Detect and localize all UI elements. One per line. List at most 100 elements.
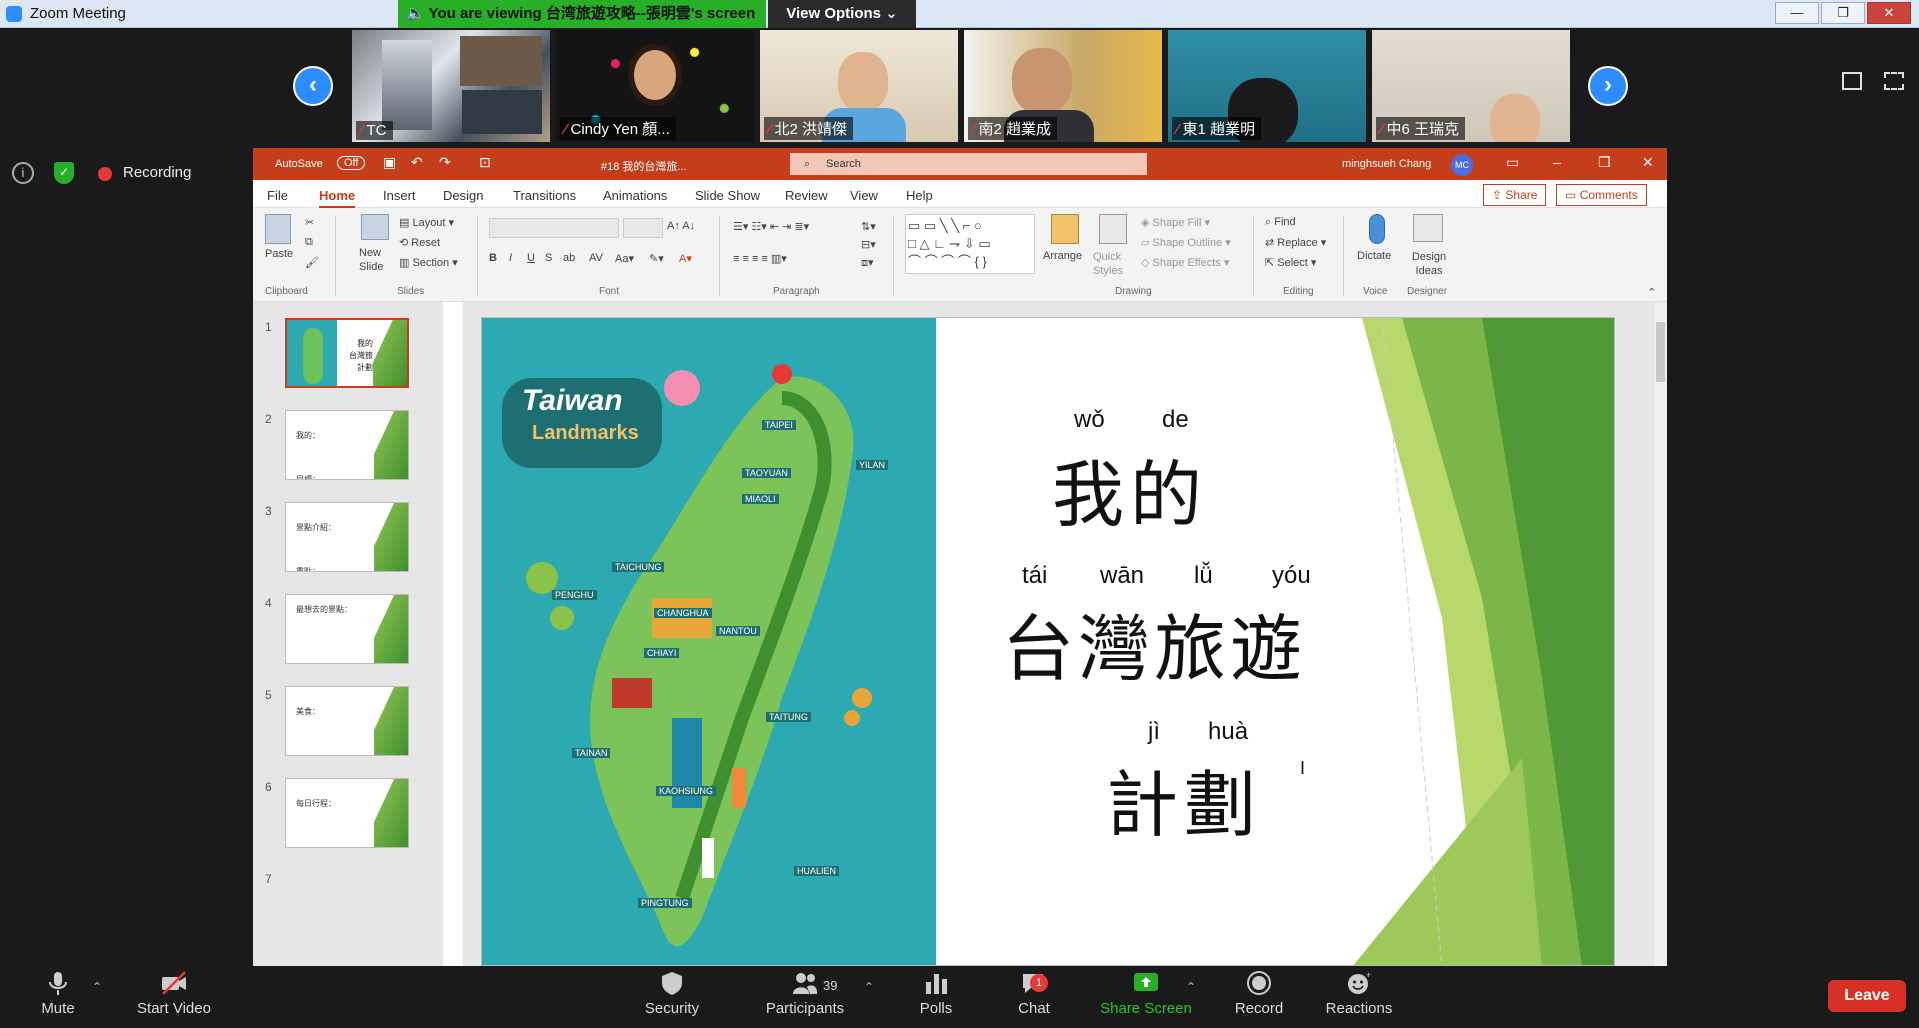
info-icon[interactable]: i — [12, 162, 34, 184]
shape-effects-button[interactable]: ◇ Shape Effects ▾ — [1141, 256, 1229, 269]
tab-review[interactable]: Review — [785, 188, 828, 203]
quick-styles-button[interactable]: Quick Styles — [1093, 250, 1133, 278]
present-icon[interactable]: ⊡ — [479, 154, 491, 171]
mute-options-caret[interactable]: ⌃ — [92, 980, 102, 994]
char-spacing-icon[interactable]: AV — [589, 252, 603, 264]
participant-tile[interactable]: ⁄ 中6 王瑞克 — [1372, 30, 1570, 142]
avatar[interactable]: MC — [1451, 154, 1473, 176]
arrange-button[interactable]: Arrange — [1043, 250, 1082, 262]
font-color-icon[interactable]: A▾ — [679, 252, 692, 265]
participant-tile[interactable]: ⁄ 南2 趙業成 — [964, 30, 1162, 142]
fullscreen-icon[interactable] — [1884, 72, 1904, 90]
save-icon[interactable]: ▣ — [383, 154, 396, 171]
find-button[interactable]: ⌕ Find — [1265, 216, 1296, 229]
participants-options-caret[interactable]: ⌃ — [864, 980, 874, 994]
bold-icon[interactable]: B — [489, 252, 497, 264]
slide-thumbnail[interactable]: 6 每日行程： — [253, 776, 443, 866]
slide-scrollbar[interactable] — [1653, 302, 1667, 966]
slide-thumbnail[interactable]: 2 我的： 目標： — [253, 408, 443, 498]
slide-thumbnail[interactable]: 4 最想去的景點： — [253, 592, 443, 682]
bullets-icon[interactable]: ☰▾ ☷▾ ⇤ ⇥ ≣▾ — [733, 220, 809, 233]
cut-icon[interactable]: ✂ — [305, 216, 314, 229]
close-button[interactable]: ✕ — [1867, 2, 1911, 24]
design-ideas-icon[interactable] — [1413, 214, 1443, 242]
align-icons[interactable]: ≡ ≡ ≡ ≡ ▥▾ — [733, 252, 787, 265]
tab-home[interactable]: Home — [319, 188, 356, 208]
share-options-caret[interactable]: ⌃ — [1186, 980, 1196, 994]
paste-icon[interactable] — [265, 214, 291, 244]
strikethrough-icon[interactable]: ab — [563, 252, 575, 264]
restore-button[interactable]: ❐ — [1598, 154, 1611, 171]
participant-tile[interactable]: ⁄ 北2 洪靖傑 — [760, 30, 958, 142]
tab-file[interactable]: File — [267, 188, 288, 203]
section-button[interactable]: ▥ Section ▾ — [399, 256, 458, 269]
thumbnail-scrollbar[interactable] — [463, 302, 477, 966]
close-button[interactable]: ✕ — [1642, 154, 1654, 171]
leave-button[interactable]: Leave — [1828, 980, 1906, 1012]
slide-line-1[interactable]: 我的 — [1052, 436, 1208, 541]
reset-button[interactable]: ⟲ Reset — [399, 236, 440, 249]
record-button[interactable]: Record — [1232, 970, 1286, 1017]
search-input[interactable]: ⌕ Search — [790, 153, 1147, 175]
current-slide[interactable]: Taiwan Landmarks TAIPEI TAOYUAN YILAN MI… — [481, 317, 1615, 966]
slide-thumbnail[interactable]: 5 美食： — [253, 684, 443, 774]
tab-slide-show[interactable]: Slide Show — [695, 188, 760, 203]
minimize-button[interactable]: – — [1553, 154, 1561, 170]
underline-icon[interactable]: U — [527, 252, 535, 264]
slide-line-2[interactable]: 台灣旅遊 — [1002, 590, 1306, 695]
font-name-select[interactable] — [489, 218, 619, 238]
arrange-icon[interactable] — [1051, 214, 1079, 244]
polls-button[interactable]: Polls — [914, 970, 958, 1017]
new-slide-button[interactable]: New Slide — [359, 246, 399, 274]
new-slide-icon[interactable] — [361, 214, 389, 240]
view-options-button[interactable]: View Options ⌄ — [768, 0, 916, 28]
share-button[interactable]: ⇪ Share — [1483, 184, 1547, 206]
tab-transitions[interactable]: Transitions — [513, 188, 576, 203]
chat-button[interactable]: Chat 1 — [1012, 970, 1056, 1017]
align-text-icon[interactable]: ⊟▾ — [861, 238, 876, 251]
participant-tile[interactable]: ⁄ 東1 趙業明 — [1168, 30, 1366, 142]
paste-button[interactable]: Paste — [265, 248, 293, 260]
shadow-icon[interactable]: S — [545, 252, 552, 264]
tab-design[interactable]: Design — [443, 188, 483, 203]
gallery-view-icon[interactable] — [1842, 72, 1862, 90]
replace-button[interactable]: ⇄ Replace ▾ — [1265, 236, 1326, 249]
participant-tile[interactable]: ⁄ TC — [352, 30, 550, 142]
autosave-toggle[interactable]: Off — [337, 156, 366, 170]
format-painter-icon[interactable]: 🖌 — [305, 256, 319, 269]
tab-view[interactable]: View — [850, 188, 878, 203]
start-video-button[interactable]: Start Video — [134, 970, 214, 1017]
slide-thumbnail[interactable]: 3 景點介紹： 重點： — [253, 500, 443, 590]
mute-button[interactable]: Mute — [36, 970, 80, 1017]
gallery-prev-button[interactable]: ‹ — [293, 66, 333, 106]
select-button[interactable]: ⇱ Select ▾ — [1265, 256, 1316, 269]
text-direction-icon[interactable]: ⇅▾ — [861, 220, 876, 233]
quick-styles-icon[interactable] — [1099, 214, 1127, 244]
font-size-select[interactable] — [623, 218, 663, 238]
security-button[interactable]: Security — [640, 970, 704, 1017]
slide-thumbnail[interactable]: 7 — [253, 868, 443, 958]
layout-button[interactable]: ▤ Layout ▾ — [399, 216, 454, 229]
share-screen-button[interactable]: Share Screen — [1098, 970, 1194, 1017]
microphone-icon[interactable] — [1369, 214, 1385, 244]
minimize-button[interactable]: — — [1775, 2, 1819, 24]
design-ideas-button[interactable]: Design Ideas — [1409, 250, 1449, 278]
shape-fill-button[interactable]: ◈ Shape Fill ▾ — [1141, 216, 1210, 229]
shield-check-icon[interactable]: ✓ — [54, 162, 74, 184]
maximize-button[interactable]: ❐ — [1821, 2, 1865, 24]
reactions-button[interactable]: + Reactions — [1322, 970, 1396, 1017]
shapes-gallery[interactable]: ▭ ▭ ╲ ╲ ⌐ ○ □ △ ∟ ⇁ ⇩ ▭ ⌒ ⌒ ⌒ ⌒ { } — [905, 214, 1035, 274]
collapse-ribbon-icon[interactable]: ⌃ — [1647, 286, 1656, 299]
italic-icon[interactable]: I — [509, 252, 512, 264]
redo-icon[interactable]: ↷ — [439, 154, 451, 171]
change-case-icon[interactable]: Aa▾ — [615, 252, 634, 265]
participant-tile[interactable]: ⁄ Cindy Yen 顏... — [556, 30, 754, 142]
highlight-icon[interactable]: ✎▾ — [649, 252, 664, 265]
smartart-icon[interactable]: ⧈▾ — [861, 256, 874, 270]
comments-button[interactable]: ▭ Comments — [1556, 184, 1647, 206]
copy-icon[interactable]: ⧉ — [305, 236, 313, 249]
gallery-next-button[interactable]: › — [1588, 66, 1628, 106]
dictate-button[interactable]: Dictate — [1357, 250, 1391, 262]
tab-insert[interactable]: Insert — [383, 188, 416, 203]
slide-line-3[interactable]: 計劃 — [1106, 746, 1262, 851]
